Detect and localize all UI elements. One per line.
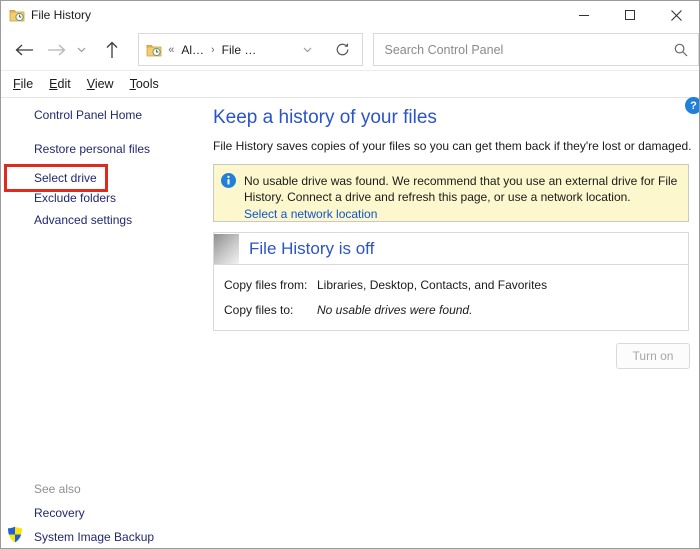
help-button[interactable]: ? [685,97,700,114]
sidebar-item-control-panel-home[interactable]: Control Panel Home [34,108,142,122]
maximize-button[interactable] [607,1,653,29]
menu-file[interactable]: File [5,73,41,95]
status-panel-badge [214,234,239,264]
breadcrumb-separator-icon: › [211,44,215,56]
copy-to-row: Copy files to: No usable drives were fou… [214,303,688,317]
content-area: ? Keep a history of your files File Hist… [213,98,699,549]
menu-view[interactable]: View [79,73,122,95]
navigation-toolbar: « Al… › File … [1,29,699,71]
forward-button[interactable] [43,44,71,56]
minimize-icon [579,15,589,16]
help-icon: ? [690,100,697,112]
refresh-button[interactable] [321,42,362,57]
up-button[interactable] [98,41,126,59]
minimize-button[interactable] [561,1,607,29]
breadcrumb-overflow[interactable]: « [168,44,174,56]
up-arrow-icon [106,41,118,59]
menu-bar: File Edit View Tools [1,71,699,98]
notice-text-line2: History. Connect a drive and refresh thi… [244,189,677,205]
menu-edit[interactable]: Edit [41,73,79,95]
info-icon [221,173,236,221]
breadcrumb: « Al… › File … [168,43,294,57]
uac-shield-icon [7,526,23,548]
breadcrumb-segment-file-history[interactable]: File … [222,43,257,57]
file-history-status-title: File History is off [249,239,374,259]
see-also-heading: See also [34,482,81,496]
copy-from-label: Copy files from: [224,278,317,292]
search-box [373,33,699,66]
refresh-icon [335,42,350,57]
file-history-status-panel: File History is off Copy files from: Lib… [213,232,689,331]
annotation-highlight-select-drive: Select drive [4,164,108,192]
page-description: File History saves copies of your files … [213,139,692,153]
menu-tools[interactable]: Tools [122,73,167,95]
page-title: Keep a history of your files [213,107,437,129]
copy-from-row: Copy files from: Libraries, Desktop, Con… [214,278,688,292]
chevron-down-icon [77,47,86,53]
status-panel-body: Copy files from: Libraries, Desktop, Con… [213,264,689,331]
search-icon[interactable] [674,43,698,57]
address-dropdown-button[interactable] [294,47,321,53]
file-history-app-icon [9,8,25,22]
breadcrumb-segment-all-control-panel[interactable]: Al… [181,43,204,57]
address-bar[interactable]: « Al… › File … [138,33,363,66]
forward-arrow-icon [47,44,66,56]
copy-to-label: Copy files to: [224,303,317,317]
sidebar-item-restore-personal-files[interactable]: Restore personal files [34,142,150,156]
back-button[interactable] [11,44,39,56]
sidebar-item-exclude-folders[interactable]: Exclude folders [34,191,116,205]
close-button[interactable] [653,1,699,29]
window-title: File History [31,8,561,22]
copy-from-value: Libraries, Desktop, Contacts, and Favori… [317,278,547,292]
close-icon [671,10,682,21]
no-drive-notice: No usable drive was found. We recommend … [213,164,689,222]
file-history-window: File History [0,0,700,549]
copy-to-value: No usable drives were found. [317,303,472,317]
chevron-down-icon [303,47,312,53]
back-arrow-icon [15,44,34,56]
select-network-location-link[interactable]: Select a network location [244,206,677,222]
sidebar-item-select-drive[interactable]: Select drive [34,171,97,185]
notice-text-line1: No usable drive was found. We recommend … [244,173,677,189]
sidebar-item-advanced-settings[interactable]: Advanced settings [34,213,132,227]
turn-on-button[interactable]: Turn on [616,343,690,369]
file-history-folder-icon [146,43,162,57]
sidebar-item-system-image-backup[interactable]: System Image Backup [34,530,154,544]
sidebar: Control Panel Home Restore personal file… [1,98,213,549]
window-body: Control Panel Home Restore personal file… [1,98,699,549]
title-bar: File History [1,1,699,29]
status-panel-header: File History is off [213,232,689,264]
sidebar-item-recovery[interactable]: Recovery [34,506,85,520]
maximize-icon [625,10,635,20]
recent-pages-dropdown[interactable] [73,47,91,53]
search-input[interactable] [374,43,674,57]
